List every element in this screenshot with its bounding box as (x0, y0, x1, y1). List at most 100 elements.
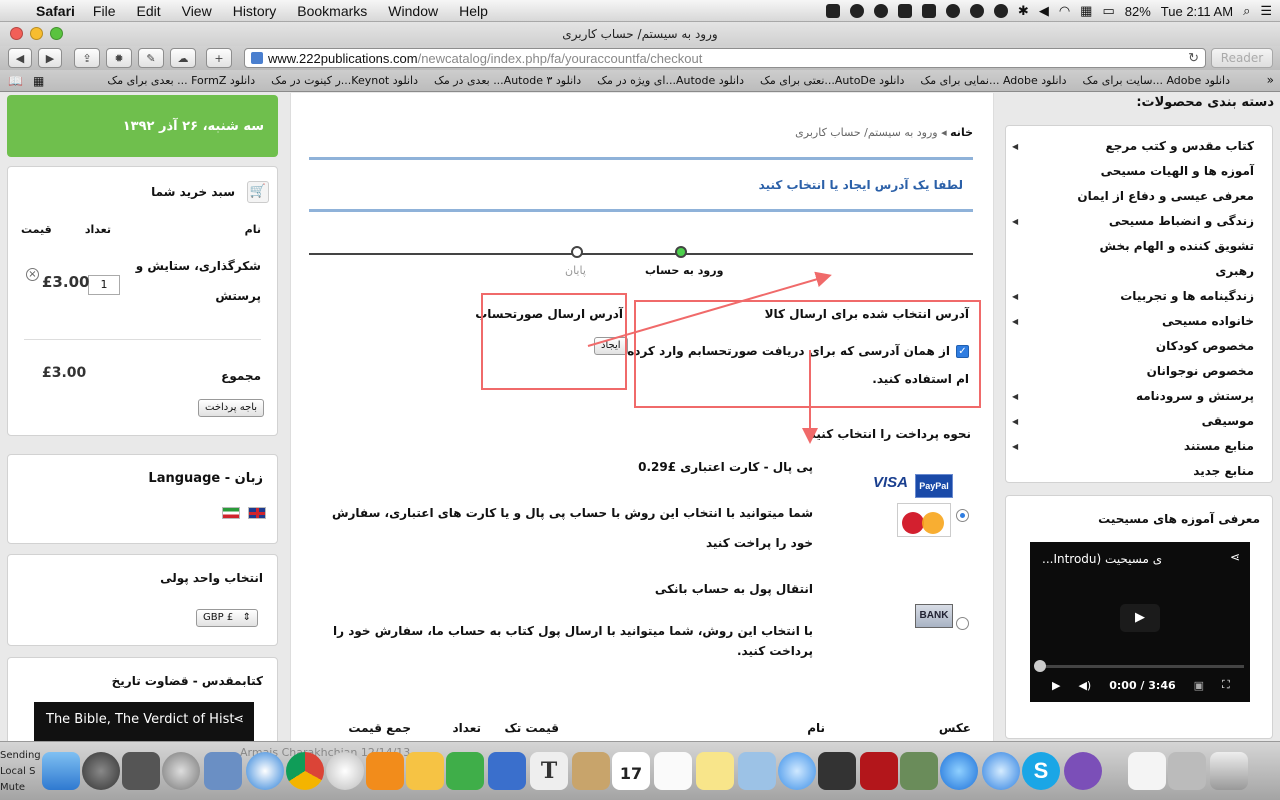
trash-icon[interactable] (1210, 752, 1248, 790)
video-progress-bar[interactable] (1036, 665, 1244, 668)
category-item[interactable]: رهبری (1006, 259, 1272, 284)
category-item[interactable]: معرفی عیسی و دفاع از ایمان (1006, 184, 1272, 209)
bookmark-item[interactable]: دانلود FormZ ... بعدی برای مک (107, 74, 255, 87)
itunes-icon[interactable] (982, 752, 1020, 790)
new-tab-button[interactable]: + (206, 48, 232, 68)
category-item[interactable]: موسیقی ◀ (1006, 409, 1272, 434)
cart-qty-input[interactable]: 1 (88, 275, 120, 295)
menu-history[interactable]: History (233, 3, 277, 19)
menu-file[interactable]: File (93, 3, 116, 19)
finder-icon[interactable] (42, 752, 80, 790)
bible-video[interactable]: The Bible, The Verdict of Hist ⋖ (34, 702, 254, 741)
safari-icon[interactable] (246, 752, 284, 790)
clock-app-icon[interactable] (326, 752, 364, 790)
notes-icon[interactable] (696, 752, 734, 790)
reload-icon[interactable]: ↻ (1188, 50, 1199, 66)
flag-icon[interactable]: ▦ (1080, 3, 1092, 19)
reminders-icon[interactable] (654, 752, 692, 790)
notification-center-icon[interactable]: ☰ (1260, 3, 1272, 19)
extension-icon[interactable]: ✹ (106, 48, 132, 68)
time-machine-icon[interactable] (993, 4, 1008, 18)
category-item[interactable]: خانواده مسیحی ◀ (1006, 309, 1272, 334)
launchpad-icon[interactable] (82, 752, 120, 790)
viber-icon[interactable] (1064, 752, 1102, 790)
fullscreen-icon[interactable]: ⛶ (1222, 678, 1230, 692)
close-window-icon[interactable] (10, 27, 23, 40)
bookmark-item[interactable]: دانلود Adobe ...نمایی برای مک (920, 74, 1066, 87)
menu-window[interactable]: Window (388, 3, 438, 19)
minimize-window-icon[interactable] (30, 27, 43, 40)
video-scrubber-handle[interactable] (1034, 660, 1046, 672)
photos-icon[interactable] (738, 752, 776, 790)
category-item[interactable]: مخصوص نوجوانان (1006, 359, 1272, 384)
preview-icon[interactable] (204, 752, 242, 790)
tool-icon[interactable]: ✎ (138, 48, 164, 68)
play-icon[interactable]: ▶ (1052, 679, 1060, 692)
volume-icon[interactable]: ◀ (1039, 3, 1049, 19)
forward-button[interactable]: ▶ (38, 48, 62, 68)
reading-list-icon[interactable]: 📖 (8, 74, 23, 88)
status-app-icon[interactable] (825, 4, 840, 18)
remove-item-icon[interactable]: × (26, 268, 39, 281)
iran-flag-icon[interactable] (222, 507, 240, 519)
facetime-icon[interactable] (818, 752, 856, 790)
menu-bookmarks[interactable]: Bookmarks (297, 3, 367, 19)
zoom-window-icon[interactable] (50, 27, 63, 40)
iphoto-icon[interactable] (900, 752, 938, 790)
cloud-icon[interactable]: ☁ (170, 48, 196, 68)
share-icon[interactable]: ⇪ (74, 48, 100, 68)
menu-edit[interactable]: Edit (136, 3, 160, 19)
bookmark-item[interactable]: دانلود Autode...ای ویژه در مک (597, 74, 744, 87)
category-item[interactable]: منابع مستند ◀ (1006, 434, 1272, 459)
messages-status-icon[interactable] (969, 4, 984, 18)
address-bar[interactable]: www.222publications.com/newcatalog/index… (244, 48, 1206, 68)
pages-icon[interactable] (406, 752, 444, 790)
bookmark-item[interactable]: دانلود ۳ Autode... بعدی در مک (434, 74, 581, 87)
contacts-icon[interactable] (572, 752, 610, 790)
ibooks-icon[interactable] (366, 752, 404, 790)
play-button-icon[interactable]: ▶ (1120, 604, 1160, 632)
clock[interactable]: Tue 2:11 AM (1161, 4, 1233, 19)
reader-button[interactable]: Reader (1211, 48, 1273, 68)
dropbox-status-icon[interactable] (897, 4, 912, 18)
category-item[interactable]: پرستش و سرودنامه ◀ (1006, 384, 1272, 409)
spotlight-icon[interactable]: ⌕ (1243, 3, 1250, 19)
menu-app-name[interactable]: Safari (36, 3, 75, 19)
youtube-logo-icon[interactable]: ▣ (1194, 679, 1204, 692)
document-icon[interactable] (1128, 752, 1166, 790)
system-preferences-icon[interactable] (162, 752, 200, 790)
category-item[interactable]: منابع جدید (1006, 459, 1272, 484)
video-share-icon[interactable]: ⋖ (1230, 550, 1240, 564)
bluetooth-icon[interactable]: ✱ (1018, 3, 1029, 19)
keynote-icon[interactable] (488, 752, 526, 790)
app-store-icon[interactable] (940, 752, 978, 790)
more-bookmarks-icon[interactable]: » (1267, 73, 1274, 87)
video-share-icon[interactable]: ⋖ (233, 712, 244, 727)
breadcrumb-home-link[interactable]: خانه (950, 126, 973, 139)
uk-flag-icon[interactable] (248, 507, 266, 519)
top-sites-icon[interactable]: ▦ (33, 74, 44, 88)
volume-icon[interactable]: ◀) (1078, 679, 1091, 692)
chrome-icon[interactable] (286, 752, 324, 790)
checkout-button[interactable]: باجه پرداخت (198, 399, 265, 417)
currency-select[interactable]: GBP £ ⇕ (196, 609, 258, 627)
battery-icon[interactable]: ▭ (1102, 3, 1114, 19)
skype-icon[interactable]: S (1022, 752, 1060, 790)
bookmark-item[interactable]: دانلود Adobe ...سایت برای مک (1083, 74, 1231, 87)
category-item[interactable]: زندگی و انضباط مسیحی ◀ (1006, 209, 1272, 234)
compass-status-icon[interactable] (945, 4, 960, 18)
messages-icon[interactable] (778, 752, 816, 790)
chat-status-icon[interactable] (873, 4, 888, 18)
paypal-radio[interactable] (956, 509, 969, 522)
cart-item-name[interactable]: شکرگذاری، ستایش و پرستش (133, 253, 261, 309)
category-item[interactable]: کتاب مقدس و کتب مرجع ◀ (1006, 134, 1272, 159)
wifi-icon[interactable]: ◠ (1059, 3, 1070, 19)
category-item[interactable]: تشویق کننده و الهام بخش (1006, 234, 1272, 259)
textedit-icon[interactable]: T (530, 752, 568, 790)
numbers-icon[interactable] (446, 752, 484, 790)
calendar-icon[interactable]: 17 (612, 752, 650, 790)
category-item[interactable]: آموزه ها و الهیات مسیحی (1006, 159, 1272, 184)
youtube-player[interactable]: ...Introdu) ی مسیحیت ⋖ ▶ ▶ ◀) 0:00 / 3:4… (1030, 542, 1250, 702)
bookmark-item[interactable]: دانلود Keynot...ر کینوت در مک (271, 74, 418, 87)
photo-booth-icon[interactable] (860, 752, 898, 790)
